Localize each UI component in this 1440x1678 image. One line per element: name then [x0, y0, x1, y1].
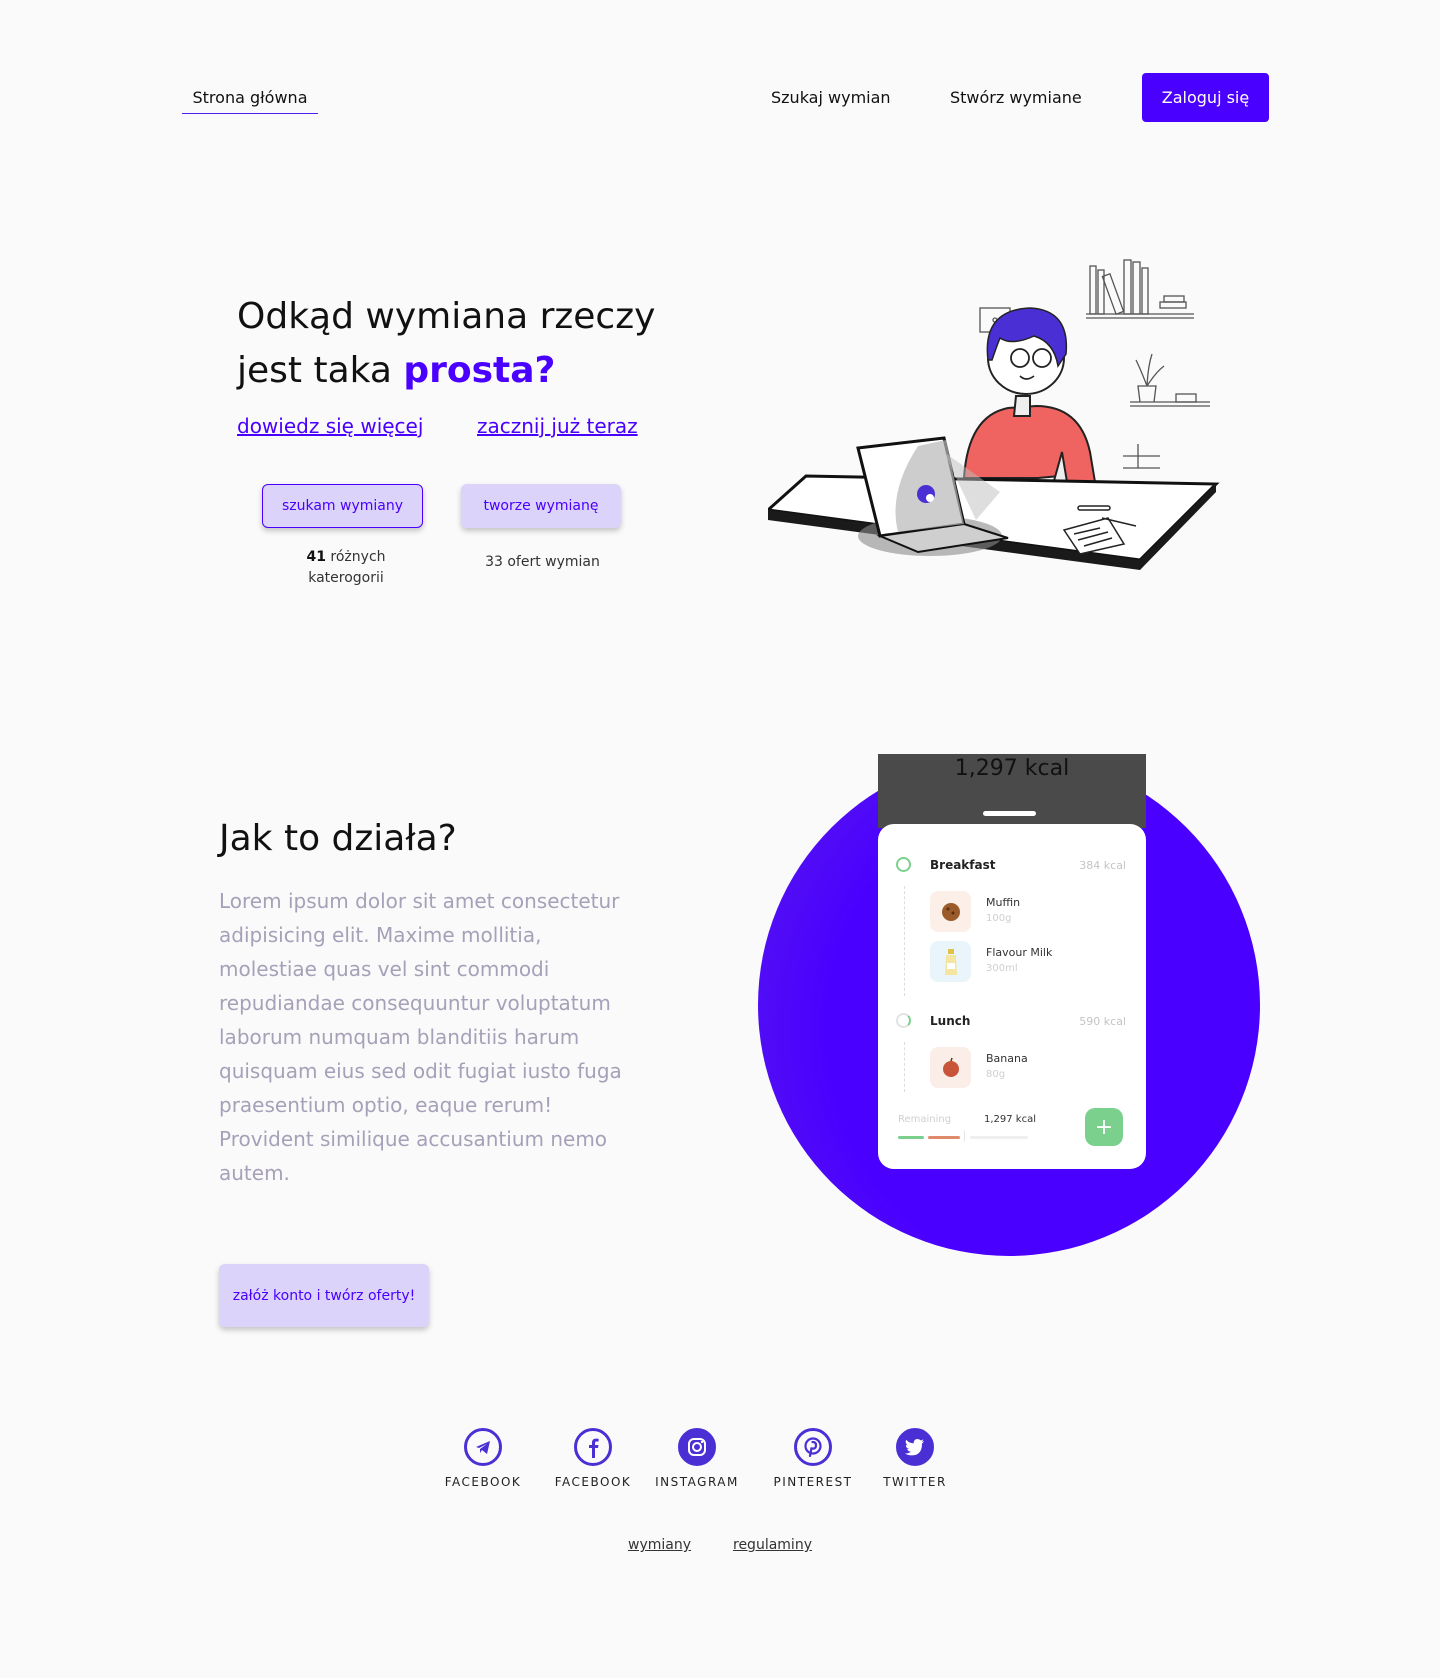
muffin-qty: 100g: [986, 913, 1012, 924]
breakfast-kcal: 384 kcal: [1079, 859, 1126, 872]
learn-more-link[interactable]: dowiedz się więcej: [237, 414, 423, 438]
pinterest-icon[interactable]: [794, 1428, 832, 1466]
plant-icon: [1130, 353, 1210, 407]
twitter-icon[interactable]: [896, 1428, 934, 1466]
hero-title-line1: Odkąd wymiana rzeczy: [237, 296, 656, 337]
muffin-icon: [941, 902, 960, 921]
muffin-name: Muffin: [986, 896, 1021, 909]
login-button[interactable]: Zaloguj się: [1142, 73, 1269, 122]
hero-title-line2: jest taka prosta?: [237, 344, 717, 398]
categories-stat: 41 różnych katerogorii: [286, 547, 406, 589]
breakfast-progress-ring: [896, 857, 911, 872]
how-it-works-text: Lorem ipsum dolor sit amet consectetur a…: [219, 889, 622, 1185]
lunch-progress-ring: [896, 1013, 911, 1028]
person-at-laptop-illustration: [768, 259, 1220, 570]
categories-text-2: katerogorii: [308, 570, 384, 586]
facebook-icon[interactable]: [574, 1428, 612, 1466]
telegram-icon[interactable]: [464, 1428, 502, 1466]
remaining-label: Remaining: [898, 1114, 952, 1125]
milk-bottle-icon: [944, 948, 957, 975]
create-account-button[interactable]: załóż konto i twórz oferty!: [219, 1264, 429, 1327]
milk-thumb: [930, 941, 971, 982]
breakfast-title: Breakfast: [930, 858, 996, 872]
social-label: TWITTER: [883, 1475, 947, 1489]
how-it-works-title: Jak to działa?: [219, 818, 457, 859]
search-exchange-button[interactable]: szukam wymiany: [262, 484, 423, 528]
offers-stat: 33 ofert wymian: [485, 554, 600, 570]
social-instagram[interactable]: INSTAGRAM: [652, 1428, 742, 1489]
social-telegram[interactable]: FACEBOOK: [438, 1428, 528, 1489]
social-label: INSTAGRAM: [655, 1475, 739, 1489]
milk-qty: 300ml: [986, 963, 1018, 974]
milk-name: Flavour Milk: [986, 946, 1053, 959]
social-facebook[interactable]: FACEBOOK: [548, 1428, 638, 1489]
lunch-kcal: 590 kcal: [1079, 1015, 1126, 1028]
social-label: FACEBOOK: [554, 1475, 632, 1489]
banana-name: Banana: [986, 1052, 1028, 1065]
progress-bar-green: [898, 1136, 924, 1139]
footer-terms-link[interactable]: regulaminy: [733, 1537, 812, 1553]
social-pinterest[interactable]: PINTEREST: [768, 1428, 858, 1489]
categories-text: różnych: [325, 549, 386, 565]
remaining-value: 1,297 kcal: [984, 1114, 1037, 1125]
bookshelf-icon: [1086, 259, 1194, 319]
wall-marks-icon: [1123, 444, 1160, 469]
banana-qty: 80g: [986, 1069, 1006, 1080]
nav-search-link[interactable]: Szukaj wymian: [771, 86, 891, 110]
add-meal-button[interactable]: +: [1085, 1108, 1123, 1146]
progress-divider: [964, 1130, 965, 1142]
start-now-link[interactable]: zacznij już teraz: [477, 414, 638, 438]
phone-header-kcal: 1,297 kcal: [954, 756, 1070, 781]
fruit-icon: [942, 1057, 959, 1077]
hero-title-prefix: jest taka: [237, 350, 404, 391]
nav-home-link[interactable]: Strona główna: [182, 86, 318, 114]
social-label: FACEBOOK: [444, 1475, 522, 1489]
nav-create-link[interactable]: Stwórz wymiane: [950, 86, 1082, 110]
hero-title-accent: prosta?: [403, 350, 556, 391]
social-label: PINTEREST: [773, 1475, 853, 1489]
instagram-icon[interactable]: [678, 1428, 716, 1466]
banana-thumb: [930, 1047, 971, 1088]
social-twitter[interactable]: TWITTER: [870, 1428, 960, 1489]
create-exchange-button[interactable]: tworze wymianę: [461, 484, 621, 528]
progress-bar-empty: [970, 1136, 1028, 1139]
footer-exchanges-link[interactable]: wymiany: [628, 1537, 691, 1553]
categories-count: 41: [306, 549, 326, 565]
progress-bar-orange: [928, 1136, 960, 1139]
phone-handle-bar: [983, 811, 1036, 816]
hero-title: Odkąd wymiana rzeczy jest taka prosta?: [237, 290, 717, 398]
muffin-thumb: [930, 891, 971, 932]
lunch-title: Lunch: [930, 1014, 971, 1028]
